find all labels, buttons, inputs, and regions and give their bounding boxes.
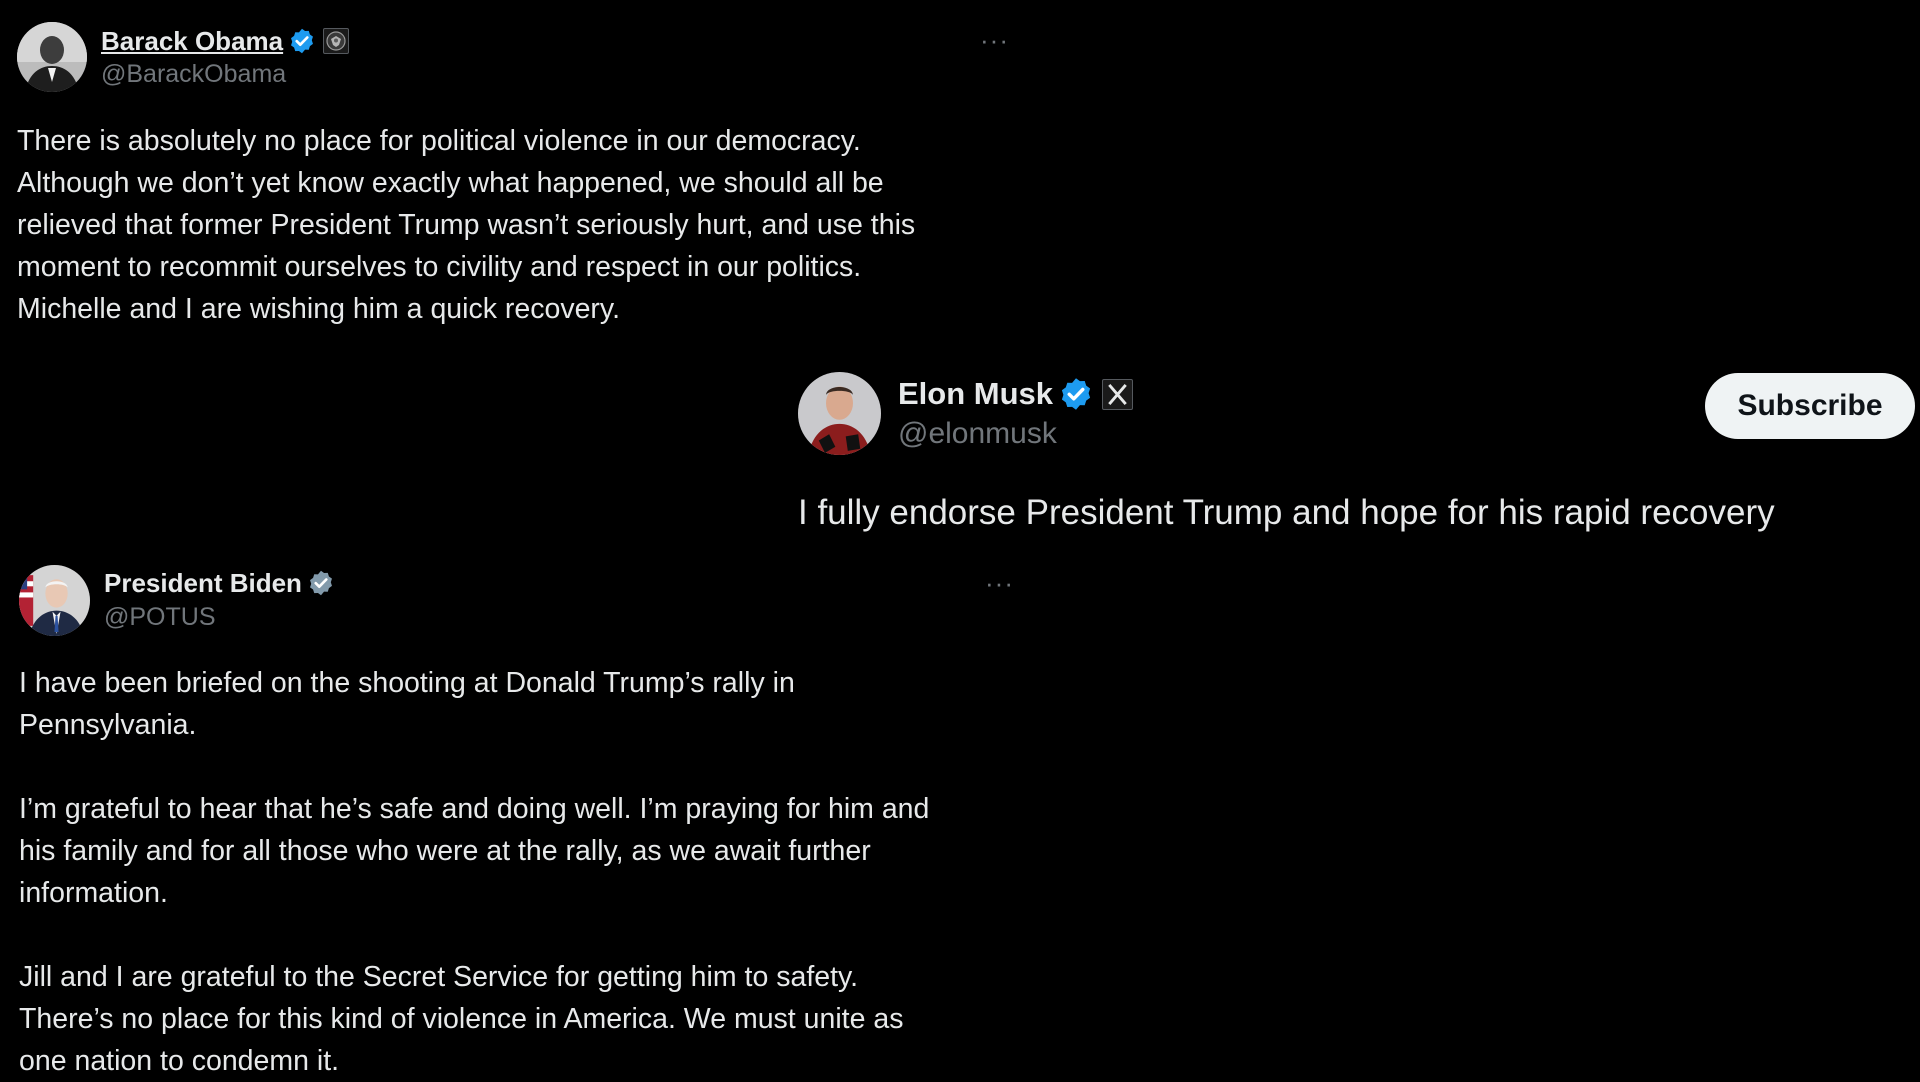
author-handle[interactable]: @POTUS bbox=[104, 603, 216, 632]
author-name-row: Elon Musk bbox=[898, 374, 1134, 414]
tweet-text: There is absolutely no place for politic… bbox=[17, 125, 916, 325]
verified-badge-icon bbox=[288, 27, 316, 55]
author-name-row: President Biden bbox=[104, 566, 335, 600]
author-display-name[interactable]: Barack Obama bbox=[101, 26, 283, 57]
avatar[interactable] bbox=[798, 372, 881, 455]
more-options-icon[interactable]: ··· bbox=[980, 27, 1009, 53]
author-handle[interactable]: @elonmusk bbox=[898, 417, 1057, 451]
author-name-row: Barack Obama bbox=[101, 24, 350, 58]
tweet-text: I have been briefed on the shooting at D… bbox=[19, 667, 930, 1077]
avatar[interactable] bbox=[19, 565, 90, 636]
subscribe-button[interactable]: Subscribe bbox=[1705, 373, 1915, 439]
author-handle[interactable]: @BarackObama bbox=[101, 60, 286, 89]
verified-badge-icon bbox=[307, 569, 335, 597]
more-options-icon[interactable]: ··· bbox=[985, 570, 1014, 596]
author-display-name[interactable]: Elon Musk bbox=[898, 376, 1053, 412]
x-logo-icon[interactable] bbox=[1102, 378, 1134, 410]
verified-badge-icon bbox=[1058, 376, 1094, 412]
presidential-seal-icon[interactable] bbox=[323, 28, 350, 54]
tweet-text: I fully endorse President Trump and hope… bbox=[798, 493, 1775, 532]
avatar[interactable] bbox=[17, 22, 87, 92]
author-display-name[interactable]: President Biden bbox=[104, 568, 302, 599]
